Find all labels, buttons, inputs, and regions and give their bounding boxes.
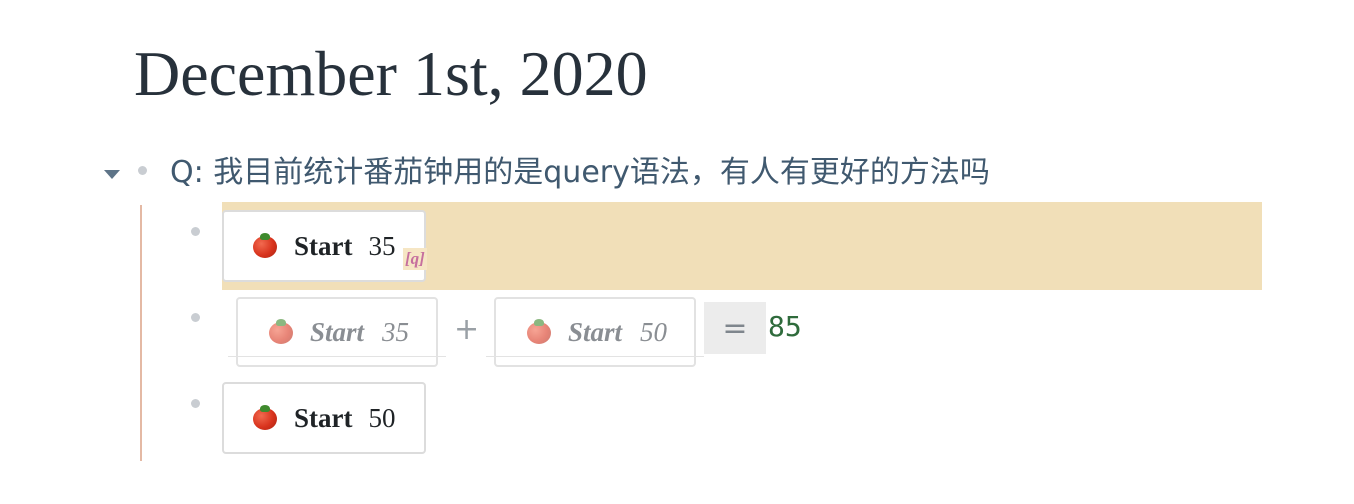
equals-sign: =	[722, 310, 748, 346]
plus-operator[interactable]: +	[454, 312, 479, 347]
tomato-icon	[252, 233, 278, 259]
block-bullet[interactable]	[191, 227, 200, 236]
block-bullet[interactable]	[191, 399, 200, 408]
timer-start-label: Start	[294, 402, 353, 433]
pomodoro-timer-button[interactable]: Start 35	[222, 210, 426, 282]
timer-minutes: 50	[640, 316, 668, 347]
tomato-icon	[268, 319, 294, 345]
tomato-icon	[526, 319, 552, 345]
question-block-text[interactable]: Q: 我目前统计番茄钟用的是query语法，有人有更好的方法吗	[170, 152, 990, 194]
timer-start-label: Start	[310, 316, 365, 347]
page-title[interactable]: December 1st, 2020	[134, 34, 648, 114]
embed-underline[interactable]	[486, 356, 704, 357]
children-thread-line[interactable]	[140, 205, 142, 461]
block-bullet[interactable]	[138, 166, 147, 175]
equals-button[interactable]: =	[704, 302, 766, 354]
block-ref-tag[interactable]: [q]	[403, 248, 427, 270]
block-bullet[interactable]	[191, 313, 200, 322]
timer-minutes: 35	[382, 316, 410, 347]
collapse-caret-icon[interactable]	[104, 170, 120, 179]
calculation-result[interactable]: 85	[768, 310, 802, 343]
timer-minutes: 50	[368, 402, 396, 433]
embed-underline[interactable]	[228, 356, 446, 357]
timer-minutes: 35	[368, 230, 396, 261]
timer-start-label: Start	[568, 316, 623, 347]
tomato-icon	[252, 405, 278, 431]
pomodoro-timer-button[interactable]: Start 50	[222, 382, 426, 454]
timer-start-label: Start	[294, 230, 353, 261]
